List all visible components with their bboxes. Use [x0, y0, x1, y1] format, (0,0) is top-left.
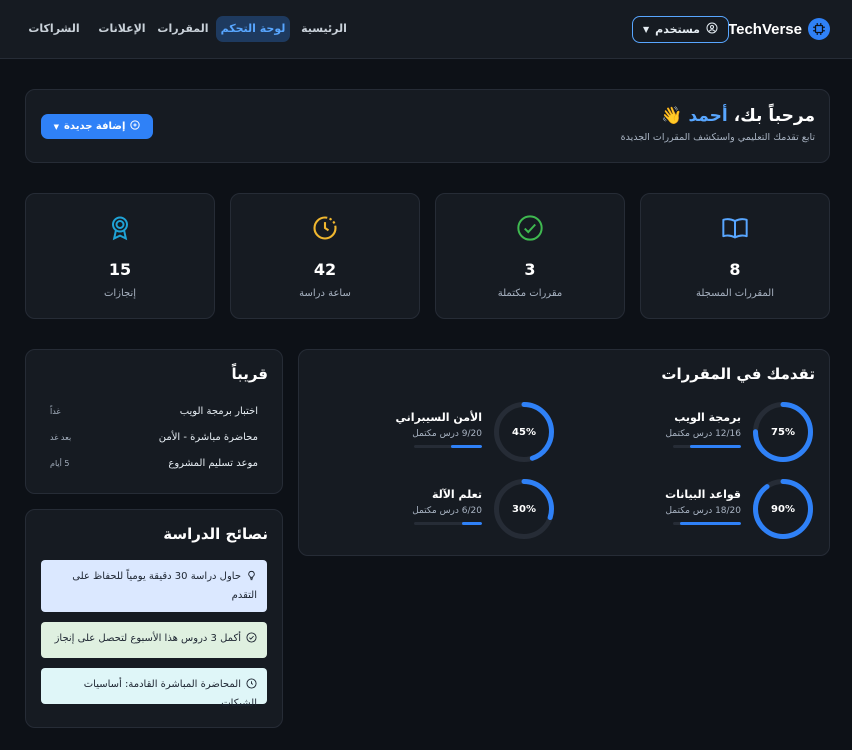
- progress-percent: 30%: [512, 503, 536, 515]
- progress-bar-fill: [461, 522, 482, 525]
- brand[interactable]: TechVerse: [728, 16, 830, 42]
- tip-item: حاول دراسة 30 دقيقة يومياً للحفاظ على ال…: [41, 560, 267, 612]
- upcoming-item[interactable]: محاضرة مباشرة - الأمن بعد غد: [50, 432, 258, 450]
- upcoming-item-when: غداً: [50, 407, 61, 416]
- course-name: قواعد البيانات: [665, 488, 741, 501]
- stat-value: 8: [729, 260, 741, 279]
- stat-card-courses: 8 المقررات المسجلة: [640, 193, 830, 319]
- brand-name: TechVerse: [728, 20, 802, 38]
- upcoming-item[interactable]: اختبار برمجة الويب غداً: [50, 406, 258, 424]
- stat-label: إنجازات: [103, 288, 137, 299]
- navbar: TechVerse مستخدم ▼ الرئيسية لوحة التحكم …: [0, 0, 852, 59]
- lessons-count: 12/16 درس مكتمل: [665, 429, 741, 439]
- nav-home[interactable]: الرئيسية: [296, 16, 352, 42]
- add-new-label: إضافة جديدة: [64, 121, 126, 132]
- welcome-greeting: مرحباً بك،: [733, 106, 815, 126]
- tips-card: نصائح الدراسة حاول دراسة 30 دقيقة يومياً…: [25, 509, 283, 728]
- nav-announcements[interactable]: الإعلانات: [92, 16, 152, 42]
- progress-bar-fill: [679, 522, 741, 525]
- stat-label: مقررات مكتملة: [497, 288, 563, 299]
- wave-icon: 👋: [661, 106, 683, 126]
- progress-percent: 90%: [771, 503, 795, 515]
- course-progress[interactable]: 45% الأمن السيبراني 9/20 درس مكتمل: [316, 400, 556, 464]
- book-icon: [721, 214, 749, 242]
- clock-icon: [246, 678, 257, 695]
- clock-icon: [311, 214, 339, 242]
- upcoming-item-when: بعد غد: [50, 433, 72, 442]
- plus-circle-icon: [130, 120, 141, 133]
- user-name: أحمد: [688, 106, 728, 126]
- tip-text: أكمل 3 دروس هذا الأسبوع لتحصل على إنجاز: [54, 633, 241, 644]
- upcoming-title: قريباً: [231, 365, 268, 383]
- user-label: مستخدم: [655, 23, 700, 36]
- award-icon: [106, 214, 134, 242]
- upcoming-item-when: 5 أيام: [50, 459, 70, 468]
- progress-bar: [414, 522, 482, 525]
- welcome-subtitle: تابع تقدمك التعليمي واستكشف المقررات الج…: [620, 132, 815, 143]
- welcome-card: مرحباً بك، أحمد 👋 تابع تقدمك التعليمي وا…: [25, 89, 830, 163]
- progress-percent: 45%: [512, 426, 536, 438]
- lessons-count: 18/20 درس مكتمل: [665, 506, 741, 516]
- upcoming-item-title: موعد تسليم المشروع: [168, 458, 258, 469]
- progress-bar: [673, 445, 741, 448]
- lessons-count: 6/20 درس مكتمل: [412, 506, 482, 516]
- nav-partnerships[interactable]: الشراكات: [24, 16, 84, 42]
- progress-bar: [414, 445, 482, 448]
- course-name: برمجة الويب: [674, 411, 741, 424]
- progress-percent: 75%: [771, 426, 795, 438]
- user-menu-button[interactable]: مستخدم ▼: [632, 16, 729, 43]
- progress-bar: [673, 522, 741, 525]
- progress-bar-fill: [690, 445, 741, 448]
- course-progress[interactable]: 75% برمجة الويب 12/16 درس مكتمل: [575, 400, 815, 464]
- caret-down-icon: ▼: [53, 122, 60, 131]
- stat-value: 42: [313, 260, 337, 279]
- stat-label: ساعة دراسة: [299, 288, 351, 299]
- upcoming-item-title: اختبار برمجة الويب: [179, 406, 258, 417]
- nav-courses[interactable]: المقررات: [156, 16, 210, 42]
- stat-card-completed: 3 مقررات مكتملة: [435, 193, 625, 319]
- welcome-title: مرحباً بك، أحمد 👋: [661, 106, 815, 126]
- stat-card-achievements: 15 إنجازات: [25, 193, 215, 319]
- user-icon: [706, 22, 718, 37]
- chip-icon: [808, 18, 830, 40]
- upcoming-item[interactable]: موعد تسليم المشروع 5 أيام: [50, 458, 258, 476]
- nav-dashboard[interactable]: لوحة التحكم: [216, 16, 290, 42]
- stat-card-hours: 42 ساعة دراسة: [230, 193, 420, 319]
- course-progress[interactable]: 30% تعلم الآلة 6/20 درس مكتمل: [316, 477, 556, 541]
- check-circle-icon: [516, 214, 544, 242]
- course-name: تعلم الآلة: [431, 488, 482, 501]
- tip-text: المحاضرة المباشرة القادمة: أساسيات الشبك…: [83, 679, 257, 709]
- stat-label: المقررات المسجلة: [695, 288, 775, 299]
- check-circle-icon: [246, 632, 257, 649]
- stat-value: 15: [108, 260, 132, 279]
- progress-title: تقدمك في المقررات: [661, 365, 815, 383]
- add-new-button[interactable]: إضافة جديدة ▼: [41, 114, 153, 139]
- lessons-count: 9/20 درس مكتمل: [412, 429, 482, 439]
- stat-value: 3: [524, 260, 536, 279]
- tip-item: أكمل 3 دروس هذا الأسبوع لتحصل على إنجاز: [41, 622, 267, 658]
- lightbulb-icon: [246, 570, 257, 587]
- tip-text: حاول دراسة 30 دقيقة يومياً للحفاظ على ال…: [72, 571, 257, 601]
- upcoming-item-title: محاضرة مباشرة - الأمن: [158, 432, 258, 443]
- progress-card: تقدمك في المقررات 75% برمجة الويب 12/16 …: [298, 349, 830, 556]
- caret-down-icon: ▼: [643, 25, 650, 34]
- tips-title: نصائح الدراسة: [163, 525, 268, 543]
- course-name: الأمن السيبراني: [395, 411, 482, 424]
- upcoming-card: قريباً اختبار برمجة الويب غداً محاضرة مب…: [25, 349, 283, 494]
- progress-bar-fill: [451, 445, 482, 448]
- course-progress[interactable]: 90% قواعد البيانات 18/20 درس مكتمل: [575, 477, 815, 541]
- tip-item: المحاضرة المباشرة القادمة: أساسيات الشبك…: [41, 668, 267, 709]
